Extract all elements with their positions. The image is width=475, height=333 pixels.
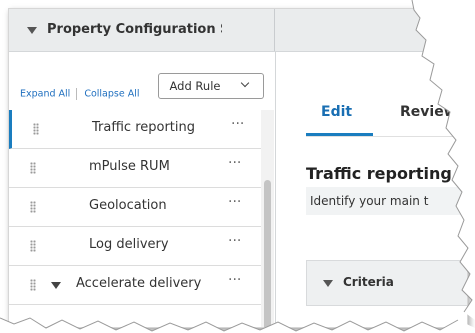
rule-description[interactable]: Identify your main t — [306, 187, 467, 215]
app-window: Property Configuration Setti Expand All C… — [8, 8, 468, 328]
collapse-caret-icon[interactable] — [27, 27, 37, 34]
rule-label: mPulse RUM — [89, 159, 170, 174]
rule-label: Accelerate delivery — [76, 276, 202, 291]
drag-handle-icon[interactable] — [33, 123, 39, 135]
rule-detail-pane: Edit Review Traffic reporting Identify y… — [276, 52, 467, 327]
drag-handle-icon[interactable] — [30, 240, 36, 252]
tree-controls: Expand All Collapse All — [20, 88, 140, 100]
tab-divider — [306, 136, 467, 137]
link-divider — [76, 88, 78, 100]
rule-item-traffic-reporting[interactable]: Traffic reporting ··· — [9, 110, 261, 149]
criteria-label: Criteria — [343, 275, 394, 289]
drag-handle-icon[interactable] — [30, 201, 36, 213]
drag-handle-icon[interactable] — [30, 279, 36, 291]
rule-item-geolocation[interactable]: Geolocation ··· — [9, 188, 261, 227]
rule-list: Traffic reporting ··· mPulse RUM ··· Geo… — [9, 110, 261, 305]
more-options-icon[interactable]: ··· — [231, 116, 244, 132]
expand-all-link[interactable]: Expand All — [20, 89, 70, 100]
add-rule-dropdown-button[interactable] — [231, 73, 264, 99]
more-options-icon[interactable]: ··· — [228, 194, 241, 210]
rule-item-mpulse-rum[interactable]: mPulse RUM ··· — [9, 149, 261, 188]
rule-label: Geolocation — [89, 198, 167, 213]
criteria-section-header[interactable]: Criteria — [306, 260, 467, 306]
drag-handle-icon[interactable] — [30, 162, 36, 174]
tab-edit[interactable]: Edit — [321, 104, 352, 120]
section-title: Property Configuration Setti — [47, 22, 222, 37]
more-options-icon[interactable]: ··· — [228, 272, 241, 288]
rule-label: Log delivery — [89, 237, 169, 252]
collapse-all-link[interactable]: Collapse All — [84, 89, 139, 100]
chevron-down-icon — [240, 78, 250, 88]
collapse-triangle-icon[interactable] — [323, 280, 333, 287]
rule-title: Traffic reporting — [306, 164, 452, 183]
more-options-icon[interactable]: ··· — [228, 155, 241, 171]
scrollbar-thumb[interactable] — [264, 180, 271, 327]
rule-label: Traffic reporting — [92, 120, 195, 135]
rule-item-log-delivery[interactable]: Log delivery ··· — [9, 227, 261, 266]
rule-item-accelerate-delivery[interactable]: Accelerate delivery ··· — [9, 266, 261, 305]
expand-triangle-icon[interactable] — [51, 282, 61, 289]
rule-tree-pane: Expand All Collapse All Add Rule Traffic … — [9, 52, 276, 327]
add-rule-button[interactable]: Add Rule — [158, 73, 232, 99]
tab-review[interactable]: Review — [400, 104, 457, 120]
more-options-icon[interactable]: ··· — [228, 233, 241, 249]
header-divider — [274, 9, 275, 51]
section-header[interactable]: Property Configuration Setti — [9, 9, 467, 52]
